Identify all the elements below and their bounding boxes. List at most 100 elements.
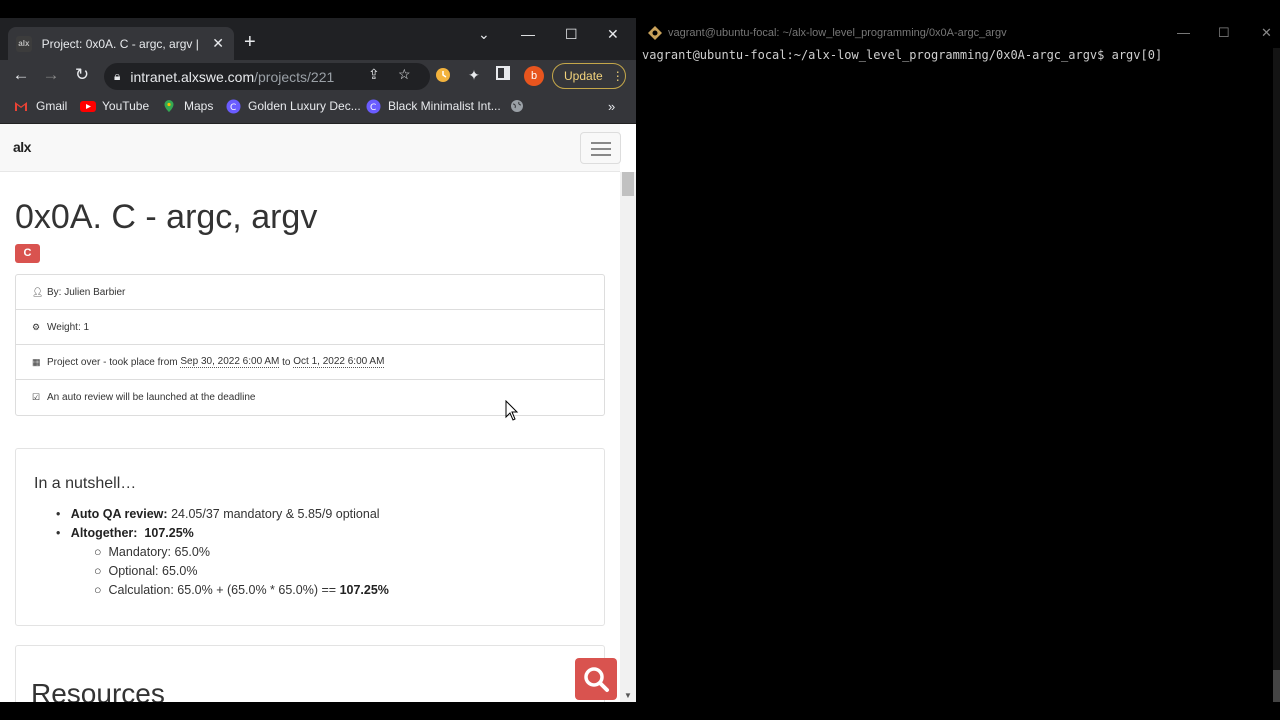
weight-text: Weight: 1 (47, 321, 90, 333)
bookmark-label: Golden Luxury Dec... (248, 99, 361, 113)
project-meta-list: 👤︎ By: Julien Barbier ⚙ Weight: 1 ▦ Proj… (15, 274, 605, 416)
minimize-button[interactable]: — (521, 26, 535, 42)
calculation-prefix: Calculation: 65.0% + (65.0% * 65.0%) == (108, 583, 337, 597)
page-title: 0x0A. C - argc, argv (15, 198, 318, 236)
calendar-icon: ▦ (32, 356, 41, 367)
terminal-titlebar: vagrant@ubuntu-focal: ~/alx-low_level_pr… (639, 18, 1280, 48)
alx-logo[interactable]: alx (13, 139, 31, 155)
language-badge: C (15, 244, 40, 263)
terminal-title: vagrant@ubuntu-focal: ~/alx-low_level_pr… (668, 27, 1007, 39)
altogether-value: 107.25% (144, 526, 194, 540)
auto-qa-label: Auto QA review: (70, 507, 168, 521)
close-window-button[interactable]: ✕ (607, 26, 619, 43)
nutshell-panel: In a nutshell… • Auto QA review: 24.05/3… (15, 448, 605, 626)
url-path: /projects/221 (254, 68, 335, 85)
calculation-result: 107.25% (339, 583, 389, 597)
scroll-down-arrow-icon[interactable]: ▼ (624, 691, 632, 700)
tab-search-icon[interactable]: ⌄ (478, 26, 490, 43)
tab-strip: alx Project: 0x0A. C - argc, argv | Lag … (0, 18, 636, 60)
reload-icon[interactable]: ↻ (71, 65, 93, 85)
bookmark-label: Maps (184, 99, 214, 113)
bookmark-star-icon[interactable]: ☆ (398, 66, 411, 83)
search-icon (584, 667, 609, 692)
mandatory-line: ○ Mandatory: 65.0% (94, 545, 210, 559)
tab-close-icon[interactable]: ✕ (210, 35, 226, 52)
bookmark-gmail[interactable]: Gmail (14, 99, 67, 113)
period-prefix: Project over - took place from (47, 356, 178, 368)
meta-period: ▦ Project over - took place from Sep 30,… (16, 345, 604, 380)
hamburger-menu-button[interactable] (580, 132, 621, 164)
page-scrollbar[interactable]: ▼ (620, 172, 636, 702)
altogether-line: • Altogether: 107.25% (56, 526, 194, 540)
svg-text:C: C (230, 103, 236, 113)
mouse-cursor-icon (505, 400, 519, 421)
bookmark-label: Black Minimalist Int... (388, 99, 501, 113)
menu-dots-icon: ⋮ (611, 69, 624, 83)
altogether-label: Altogether: (70, 526, 138, 540)
user-icon: 👤︎ (32, 286, 44, 297)
optional-text: Optional: 65.0% (108, 564, 198, 578)
bookmark-youtube[interactable]: YouTube (80, 99, 149, 113)
meta-author: 👤︎ By: Julien Barbier (16, 275, 604, 310)
bookmark-black-minimalist[interactable]: C Black Minimalist Int... (366, 99, 501, 114)
url-host: intranet.alxswe.com (130, 68, 255, 85)
maximize-button[interactable]: ☐ (565, 26, 578, 43)
extensions-puzzle-icon[interactable]: ✦ (465, 66, 483, 84)
bookmark-maps[interactable]: Maps (162, 99, 213, 113)
terminal-close-button[interactable]: ✕ (1261, 25, 1272, 41)
new-tab-button[interactable]: + (244, 32, 256, 52)
gmail-icon (14, 99, 28, 113)
resources-heading: Resources (31, 678, 165, 702)
git-bash-icon (648, 26, 662, 40)
mandatory-text: Mandatory: 65.0% (108, 545, 210, 559)
optional-line: ○ Optional: 65.0% (94, 564, 198, 578)
back-arrow-icon[interactable]: ← (10, 65, 32, 85)
extension-clock-icon[interactable] (434, 66, 452, 84)
browser-toolbar: ← → ↻ 🔒︎ intranet.alxswe.com/projects/22… (0, 60, 636, 92)
calculation-line: ○ Calculation: 65.0% + (65.0% * 65.0%) =… (94, 583, 389, 597)
profile-avatar[interactable]: b (524, 66, 544, 86)
bookmark-golden-luxury[interactable]: C Golden Luxury Dec... (226, 99, 361, 114)
forward-arrow-icon[interactable]: → (40, 65, 62, 85)
terminal-window: vagrant@ubuntu-focal: ~/alx-low_level_pr… (639, 18, 1280, 702)
lock-icon: 🔒︎ (114, 69, 121, 83)
bookmark-globe[interactable] (510, 99, 532, 113)
tab-project[interactable]: alx Project: 0x0A. C - argc, argv | Lag … (8, 27, 234, 60)
canva-icon: C (226, 99, 241, 114)
terminal-scroll-thumb[interactable] (1273, 670, 1280, 702)
update-label: Update (564, 69, 603, 83)
scrollbar-thumb[interactable] (622, 172, 634, 196)
auto-review-text: An auto review will be launched at the d… (47, 392, 256, 403)
nutshell-heading: In a nutshell… (34, 475, 137, 492)
bookmark-label: YouTube (102, 99, 150, 113)
globe-icon (510, 99, 524, 113)
more-bookmarks-icon[interactable]: » (608, 99, 615, 114)
period-start-date: Sep 30, 2022 6:00 AM (180, 356, 280, 368)
side-panel-icon[interactable] (494, 66, 512, 84)
checkbox-icon: ☑ (32, 392, 41, 402)
page-content: alx ▼ 0x0A. C - argc, argv C 👤︎ By: Juli… (0, 124, 636, 702)
bookmark-label: Gmail (36, 99, 68, 113)
canva-icon: C (366, 99, 381, 114)
resources-panel: Resources (15, 645, 605, 702)
terminal-minimize-button[interactable]: — (1177, 25, 1190, 40)
site-navbar: alx (0, 124, 621, 172)
auto-qa-line: • Auto QA review: 24.05/37 mandatory & 5… (56, 507, 380, 521)
youtube-icon (80, 99, 96, 113)
bottom-black-strip (0, 702, 1280, 720)
period-to: to (282, 356, 291, 368)
auto-qa-value: 24.05/37 mandatory & 5.85/9 optional (171, 507, 380, 521)
share-icon[interactable]: ⇪ (368, 66, 380, 83)
gear-icon: ⚙ (32, 321, 41, 332)
search-button[interactable] (575, 658, 617, 700)
meta-weight: ⚙ Weight: 1 (16, 310, 604, 345)
terminal-prompt-line[interactable]: vagrant@ubuntu-focal:~/alx-low_level_pro… (642, 48, 1162, 62)
terminal-scrollbar[interactable] (1273, 48, 1280, 702)
address-bar[interactable]: 🔒︎ intranet.alxswe.com/projects/221 (104, 63, 430, 90)
update-button[interactable]: Update ⋮ (552, 63, 626, 89)
browser-window: alx Project: 0x0A. C - argc, argv | Lag … (0, 18, 636, 702)
author-text: By: Julien Barbier (47, 286, 126, 298)
top-black-strip (0, 0, 1280, 18)
svg-text:C: C (370, 103, 376, 113)
terminal-maximize-button[interactable]: ☐ (1218, 25, 1230, 41)
